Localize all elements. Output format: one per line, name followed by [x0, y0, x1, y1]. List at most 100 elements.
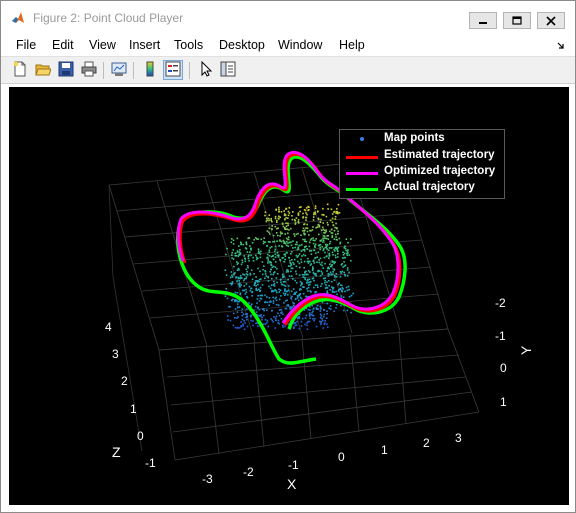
- map-point: [253, 284, 256, 286]
- map-point: [232, 312, 235, 315]
- map-point: [282, 313, 284, 316]
- menu-bar: File Edit View Insert Tools Desktop Wind…: [1, 34, 575, 56]
- map-point: [248, 285, 251, 288]
- menu-window[interactable]: Window: [278, 38, 322, 52]
- map-point: [331, 217, 334, 220]
- map-point: [306, 248, 308, 250]
- map-point: [307, 281, 309, 284]
- map-point: [335, 307, 337, 309]
- map-point: [346, 309, 349, 312]
- map-point: [282, 276, 284, 279]
- map-point: [282, 257, 284, 259]
- map-point: [291, 251, 293, 253]
- map-point: [308, 209, 310, 211]
- pointer-button[interactable]: [196, 60, 216, 80]
- map-point: [316, 256, 318, 258]
- map-point: [236, 269, 239, 271]
- map-point: [325, 230, 327, 233]
- map-point: [330, 280, 333, 283]
- map-point: [271, 266, 273, 269]
- map-point: [274, 256, 277, 258]
- map-point: [319, 221, 322, 223]
- new-figure-button[interactable]: [10, 60, 30, 80]
- property-inspector-button[interactable]: [218, 60, 238, 80]
- map-point: [299, 244, 301, 247]
- map-point: [299, 210, 301, 213]
- map-point: [245, 283, 248, 285]
- map-point: [252, 260, 255, 262]
- map-point: [287, 236, 290, 238]
- x-axis-label: X: [287, 476, 297, 492]
- menu-file[interactable]: File: [16, 38, 36, 52]
- map-point: [290, 270, 292, 273]
- map-point: [322, 222, 324, 224]
- link-plot-button[interactable]: [109, 60, 129, 80]
- menu-desktop[interactable]: Desktop: [219, 38, 265, 52]
- menu-help[interactable]: Help: [339, 38, 365, 52]
- map-point: [257, 294, 259, 297]
- map-point: [271, 310, 273, 312]
- colorbar-button[interactable]: [140, 60, 160, 80]
- save-button[interactable]: [56, 60, 76, 80]
- map-point: [307, 270, 310, 272]
- menu-tools[interactable]: Tools: [174, 38, 203, 52]
- menu-edit[interactable]: Edit: [52, 38, 74, 52]
- maximize-button[interactable]: [503, 12, 531, 29]
- floor-grid: [108, 184, 143, 452]
- map-point: [268, 285, 270, 288]
- map-point: [282, 225, 285, 228]
- map-point: [263, 308, 265, 310]
- map-point: [326, 281, 328, 283]
- title-bar[interactable]: Figure 2: Point Cloud Player: [1, 1, 575, 34]
- z-tick: 3: [112, 347, 119, 361]
- map-point: [343, 309, 345, 312]
- map-point: [248, 237, 251, 239]
- minimize-button[interactable]: [469, 12, 497, 29]
- map-point: [274, 248, 277, 251]
- map-point: [309, 239, 312, 241]
- menu-insert[interactable]: Insert: [129, 38, 160, 52]
- dock-arrow-icon[interactable]: [557, 39, 565, 53]
- map-point: [295, 324, 298, 326]
- map-point: [254, 305, 257, 308]
- map-point: [294, 222, 297, 224]
- map-point: [266, 309, 268, 311]
- map-point: [272, 300, 275, 302]
- map-point: [307, 273, 309, 276]
- map-point: [302, 217, 304, 219]
- map-point: [307, 308, 310, 311]
- open-file-button[interactable]: [33, 60, 53, 80]
- map-point: [283, 227, 286, 229]
- map-point: [258, 300, 261, 302]
- plot-legend[interactable]: Map points Estimated trajectory Optimize…: [339, 129, 505, 199]
- map-point: [266, 321, 268, 324]
- map-point: [285, 271, 288, 273]
- map-point: [300, 325, 303, 327]
- map-point: [271, 319, 274, 322]
- map-point: [255, 276, 257, 278]
- menu-view[interactable]: View: [89, 38, 116, 52]
- map-point: [283, 210, 285, 212]
- map-point: [229, 276, 232, 279]
- y-tick: 1: [500, 395, 507, 409]
- map-point: [226, 247, 228, 250]
- map-point: [311, 269, 314, 271]
- x-tick: -3: [202, 472, 213, 486]
- point-cloud-axes[interactable]: -3 -2 -1 0 1 2 3 X -2 -1 0 1 Y -1 0 1 2: [9, 87, 569, 505]
- map-point: [243, 278, 246, 280]
- map-point: [322, 277, 325, 280]
- print-button[interactable]: [79, 60, 99, 80]
- map-point: [312, 216, 315, 218]
- map-point: [285, 240, 288, 243]
- map-point: [250, 269, 253, 271]
- map-point: [287, 224, 289, 226]
- map-point: [290, 264, 293, 266]
- map-point: [280, 317, 283, 320]
- map-point: [308, 314, 311, 316]
- map-point: [319, 320, 321, 323]
- legend-button[interactable]: [163, 60, 183, 80]
- close-button[interactable]: [537, 12, 565, 29]
- map-point: [321, 226, 324, 229]
- map-point: [336, 249, 339, 252]
- map-point: [287, 238, 289, 241]
